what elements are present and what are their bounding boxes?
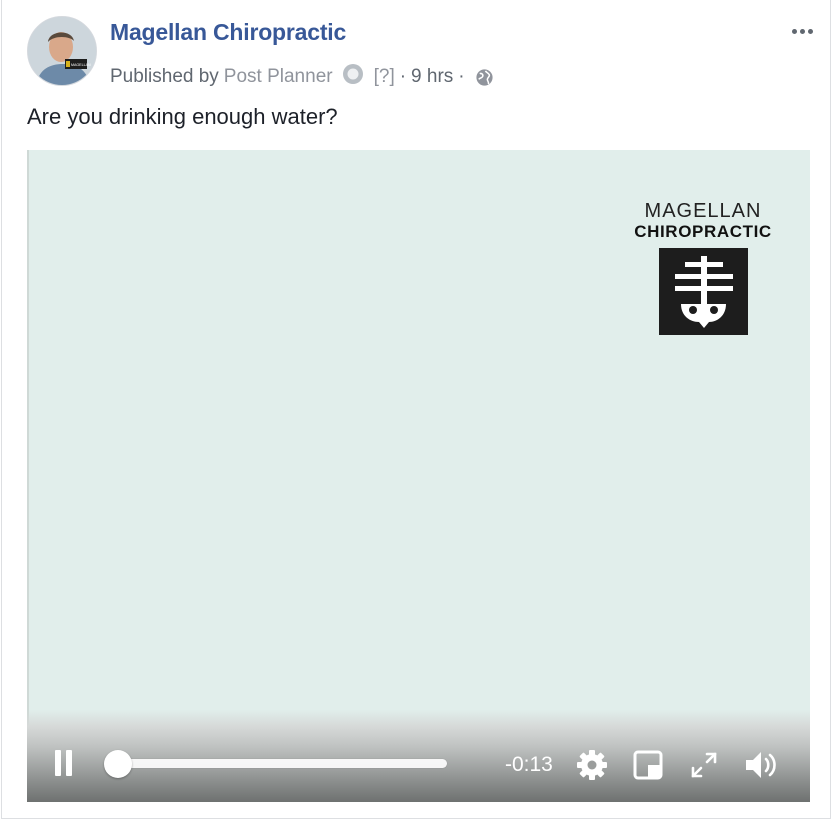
gear-icon[interactable] (575, 748, 609, 782)
spine-logo-icon (658, 248, 748, 335)
page-name-link[interactable]: Magellan Chiropractic (110, 19, 346, 46)
scrubber-handle[interactable] (104, 750, 132, 778)
video-controls: -0:13 (27, 710, 810, 802)
fullscreen-icon[interactable] (687, 748, 721, 782)
post-meta: Published by Post Planner [?] · 9 hrs · (110, 62, 494, 92)
brand-logo: MAGELLAN CHIROPRACTIC (627, 200, 779, 335)
profile-photo: MAGELLAN (28, 17, 96, 85)
volume-icon[interactable] (743, 748, 777, 782)
meta-separator: · (458, 66, 465, 87)
video-frame-edge (27, 150, 29, 802)
more-options-icon[interactable] (788, 23, 816, 39)
picture-in-picture-icon[interactable] (631, 748, 665, 782)
time-remaining: -0:13 (505, 753, 553, 776)
globe-icon[interactable] (475, 68, 494, 87)
progress-scrubber[interactable] (104, 750, 447, 778)
pause-icon[interactable] (55, 750, 75, 778)
publisher-link[interactable]: Post Planner (224, 66, 333, 88)
meta-separator: · (399, 66, 407, 87)
help-link[interactable]: [?] (374, 66, 395, 88)
timestamp[interactable]: 9 hrs (411, 66, 453, 88)
published-by-label: Published by (110, 66, 219, 87)
avatar[interactable]: MAGELLAN (27, 16, 97, 86)
logo-line-1: MAGELLAN (644, 200, 762, 222)
progress-track[interactable] (105, 759, 447, 768)
video-player[interactable]: MAGELLAN CHIROPRACTIC -0:13 (27, 150, 810, 802)
post-planner-icon (341, 62, 365, 86)
logo-line-2: CHIROPRACTIC (634, 222, 772, 241)
post-text: Are you drinking enough water? (27, 104, 338, 129)
avatar-badge-text: MAGELLAN (71, 63, 91, 67)
